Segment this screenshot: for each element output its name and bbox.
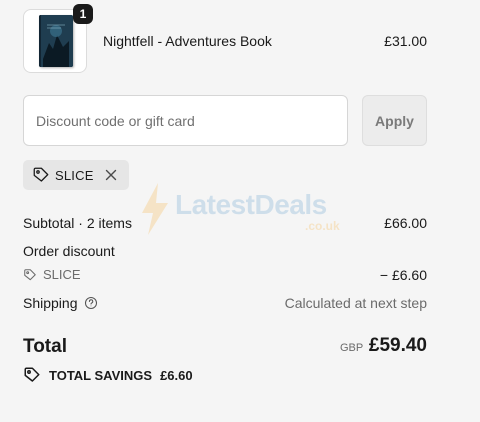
total-savings-label: TOTAL SAVINGS — [49, 367, 153, 383]
product-price: £31.00 — [384, 33, 427, 49]
watermark-brand: LatestDeals — [175, 189, 327, 220]
shipping-label: Shipping — [23, 295, 78, 311]
total-currency: GBP — [340, 342, 364, 354]
savings-tag-icon — [23, 366, 41, 384]
close-icon[interactable] — [103, 167, 119, 183]
discount-code-input[interactable] — [23, 95, 348, 146]
order-discount-code-label: SLICE — [43, 267, 81, 282]
quantity-badge: 1 — [73, 4, 93, 24]
applied-discount-chip: SLICE — [23, 160, 129, 190]
tag-icon — [23, 268, 37, 282]
total-savings-amount: £6.60 — [160, 367, 193, 383]
shipping-row-label: Shipping — [23, 295, 98, 311]
watermark-domain: .co.uk — [305, 219, 340, 233]
order-discount-value: − £6.60 — [379, 267, 427, 283]
book-cover-image — [39, 15, 73, 67]
watermark-bolt-icon — [140, 183, 170, 240]
apply-button[interactable]: Apply — [362, 95, 427, 146]
total-amount: £59.40 — [368, 335, 427, 356]
subtotal-value: £66.00 — [384, 215, 427, 231]
applied-code-label: SLICE — [55, 167, 94, 183]
order-discount-label: Order discount — [23, 243, 115, 259]
total-label: Total — [23, 336, 67, 357]
product-name: Nightfell - Adventures Book — [103, 33, 272, 49]
order-discount-code: SLICE — [23, 267, 81, 282]
total-savings: TOTAL SAVINGS £6.60 — [23, 366, 193, 384]
tag-icon — [32, 166, 50, 184]
watermark: LatestDeals .co.uk — [140, 183, 345, 238]
subtotal-label: Subtotal · 2 items — [23, 215, 132, 231]
shipping-value: Calculated at next step — [284, 295, 427, 311]
help-icon[interactable] — [84, 296, 98, 310]
